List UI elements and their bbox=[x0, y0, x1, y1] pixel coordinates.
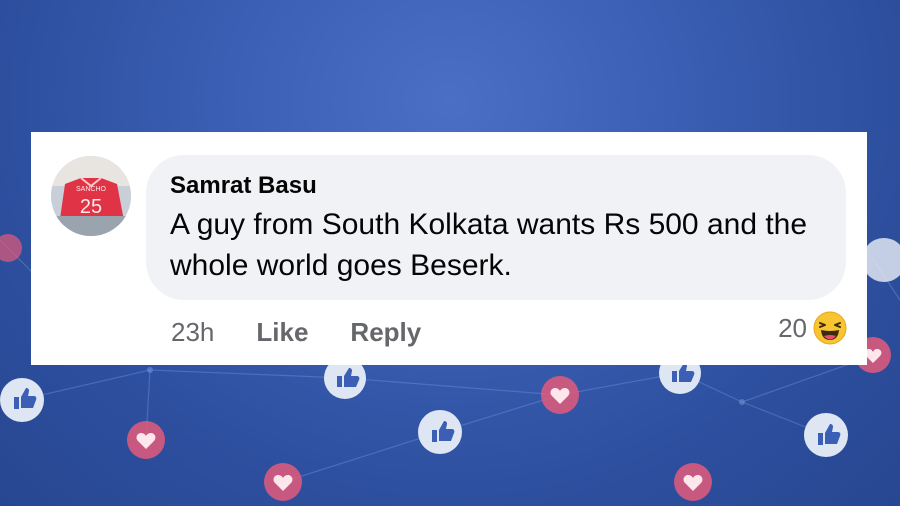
comment-actions: 23h Like Reply bbox=[171, 312, 463, 352]
reply-button[interactable]: Reply bbox=[350, 317, 421, 348]
bg-heart-icon bbox=[127, 421, 165, 459]
bg-heart-icon bbox=[264, 463, 302, 501]
comment-text: A guy from South Kolkata wants Rs 500 an… bbox=[170, 208, 808, 282]
avatar[interactable]: SANCHO 25 bbox=[51, 156, 131, 236]
bg-heart-icon bbox=[0, 234, 22, 262]
avatar-jersey-number: 25 bbox=[80, 196, 102, 218]
bg-like-icon bbox=[804, 413, 848, 457]
bg-like-icon bbox=[418, 410, 462, 454]
reaction-summary[interactable]: 20 bbox=[778, 311, 847, 345]
comment-timestamp[interactable]: 23h bbox=[171, 317, 214, 348]
comment-bubble: Samrat Basu A guy from South Kolkata wan… bbox=[146, 155, 846, 300]
bg-heart-icon bbox=[541, 376, 579, 414]
bg-heart-icon bbox=[674, 463, 712, 501]
avatar-jersey-name: SANCHO bbox=[76, 186, 107, 193]
laughing-emoji-icon bbox=[813, 311, 847, 345]
avatar-jersey-image: SANCHO 25 bbox=[51, 156, 131, 236]
comment-card: SANCHO 25 Samrat Basu A guy from South K… bbox=[31, 132, 867, 365]
bg-like-icon bbox=[0, 378, 44, 422]
comment-author[interactable]: Samrat Basu bbox=[170, 171, 317, 201]
reaction-count: 20 bbox=[778, 312, 807, 343]
bg-like-icon bbox=[862, 238, 900, 282]
like-button[interactable]: Like bbox=[256, 317, 308, 348]
